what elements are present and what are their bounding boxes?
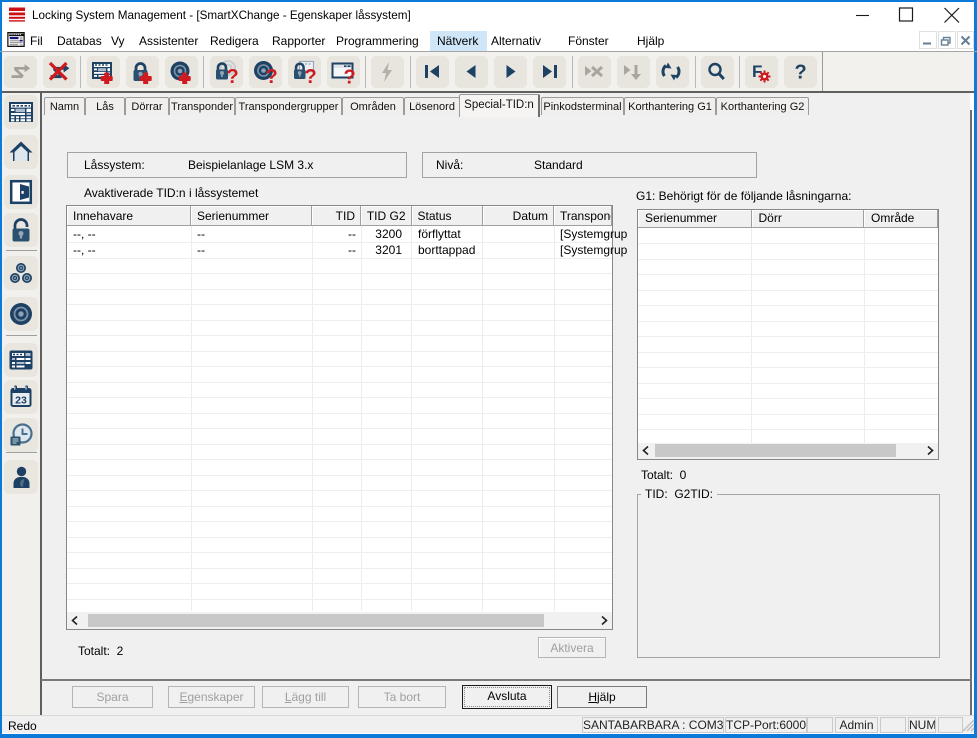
svg-text:?: ?: [266, 66, 278, 84]
svg-text:?: ?: [227, 66, 239, 84]
svg-text:?: ?: [344, 67, 356, 85]
svg-text:?: ?: [795, 62, 807, 84]
svg-text:?: ?: [305, 66, 317, 84]
svg-text:F: F: [752, 62, 762, 81]
svg-text:23: 23: [15, 395, 27, 407]
